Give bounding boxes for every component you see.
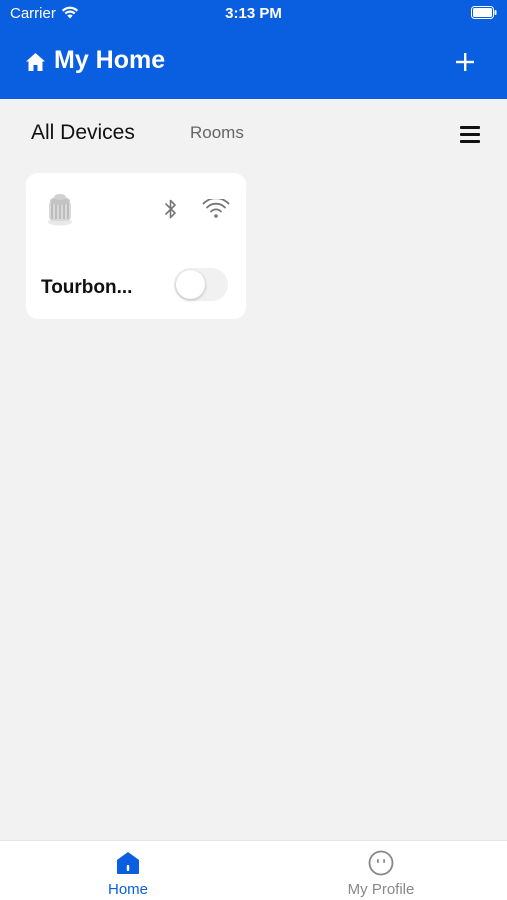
- tab-rooms[interactable]: Rooms: [190, 123, 244, 143]
- device-thumbnail-icon: [48, 194, 72, 226]
- menu-icon-line: [460, 140, 480, 143]
- app-screen: Carrier 3:13 PM My Home All Devices Room…: [0, 0, 507, 900]
- plus-icon: [456, 53, 474, 71]
- home-icon: [26, 53, 45, 71]
- profile-tab-icon: [368, 850, 394, 876]
- battery-icon: [471, 6, 497, 19]
- menu-icon-line: [460, 133, 480, 136]
- tabbar-item-home[interactable]: Home: [48, 841, 208, 900]
- toggle-knob: [176, 270, 205, 299]
- bluetooth-icon: [165, 199, 176, 219]
- tabbar-item-profile[interactable]: My Profile: [301, 841, 461, 900]
- home-tab-icon: [117, 852, 139, 874]
- menu-icon-line: [460, 126, 480, 129]
- menu-button[interactable]: [460, 126, 480, 144]
- tabbar-label-profile: My Profile: [347, 881, 415, 898]
- tab-all-devices[interactable]: All Devices: [31, 121, 135, 145]
- app-header: Carrier 3:13 PM My Home: [0, 0, 507, 99]
- device-name: Tourbon...: [41, 277, 133, 298]
- add-device-button[interactable]: [453, 50, 477, 74]
- status-bar: Carrier 3:13 PM: [0, 0, 507, 28]
- wifi-icon: [202, 199, 230, 218]
- device-power-toggle[interactable]: [174, 268, 228, 301]
- device-tabs: All Devices Rooms: [0, 99, 507, 169]
- bottom-tab-bar: Home My Profile: [0, 840, 507, 900]
- status-time: 3:13 PM: [225, 5, 282, 22]
- device-card[interactable]: Tourbon...: [26, 173, 246, 319]
- page-title: My Home: [54, 46, 166, 74]
- tabbar-label-home: Home: [107, 881, 148, 898]
